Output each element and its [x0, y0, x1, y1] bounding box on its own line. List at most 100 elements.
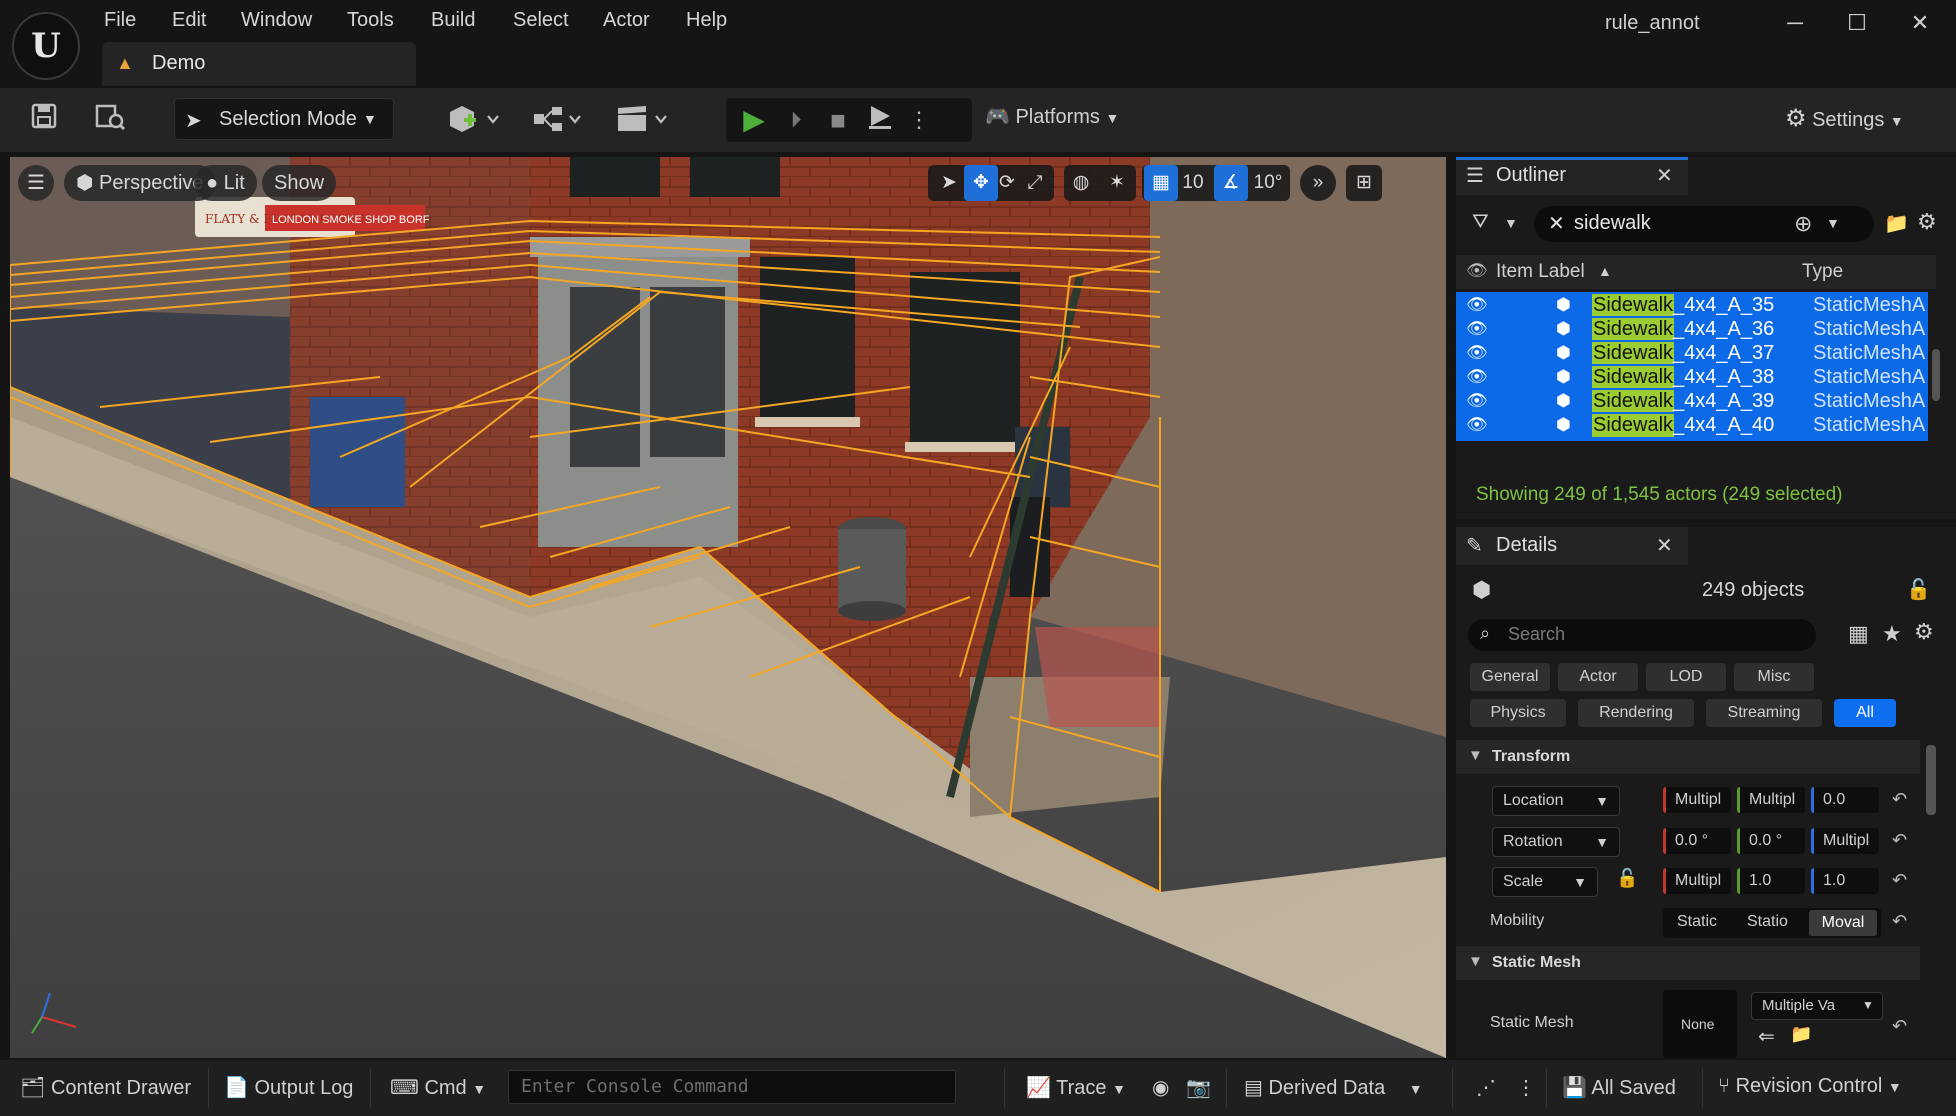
- output-log-button[interactable]: 📄 Output Log: [224, 1075, 353, 1100]
- rotation-snap-icon[interactable]: ∡: [1214, 165, 1248, 201]
- cmd-dropdown[interactable]: ⌨ Cmd ▼: [390, 1075, 486, 1100]
- trace-dropdown[interactable]: 📈 Trace ▼: [1026, 1075, 1126, 1100]
- location-dropdown[interactable]: Location ▼: [1492, 786, 1620, 816]
- outliner-row[interactable]: 👁 ⬢ Sidewalk _4x4_A_40 StaticMeshA: [1456, 412, 1928, 441]
- chevron-down-icon[interactable]: ▼: [1826, 215, 1840, 231]
- level-viewport[interactable]: FLATY & FLORAL DESIGN LONDON SMOKE SHOP …: [10, 157, 1446, 1058]
- show-button[interactable]: Show: [262, 165, 337, 201]
- menu-build[interactable]: Build: [431, 9, 475, 32]
- filter-actor[interactable]: Actor: [1558, 663, 1638, 691]
- location-x-field[interactable]: Multipl: [1663, 787, 1731, 813]
- scale-y-field[interactable]: 1.0: [1737, 868, 1805, 894]
- rotation-z-field[interactable]: Multipl: [1811, 828, 1879, 854]
- scale-x-field[interactable]: Multipl: [1663, 868, 1731, 894]
- close-icon[interactable]: ✕: [1656, 533, 1673, 558]
- reset-icon[interactable]: ↶: [1892, 870, 1907, 891]
- gear-icon[interactable]: ⚙: [1917, 209, 1937, 235]
- mobility-movable[interactable]: Moval: [1809, 910, 1877, 936]
- table-view-icon[interactable]: ▦: [1848, 621, 1869, 647]
- static-mesh-dropdown[interactable]: Multiple Va ▼: [1751, 992, 1883, 1020]
- filter-lod[interactable]: LOD: [1646, 663, 1726, 691]
- rotation-dropdown[interactable]: Rotation ▼: [1492, 827, 1620, 857]
- stop-icon[interactable]: ■: [820, 102, 856, 138]
- menu-select[interactable]: Select: [513, 9, 569, 32]
- location-y-field[interactable]: Multipl: [1737, 787, 1805, 813]
- rotation-x-field[interactable]: 0.0 °: [1663, 828, 1731, 854]
- filter-rendering[interactable]: Rendering: [1578, 699, 1694, 727]
- menu-window[interactable]: Window: [241, 9, 312, 32]
- menu-tools[interactable]: Tools: [347, 9, 394, 32]
- details-scrollbar[interactable]: [1926, 745, 1936, 815]
- screenshot-icon[interactable]: 📷: [1186, 1075, 1211, 1100]
- reset-icon[interactable]: ↶: [1892, 830, 1907, 851]
- selection-mode-dropdown[interactable]: ➤ Selection Mode ▼: [174, 98, 394, 140]
- visibility-eye-icon[interactable]: 👁: [1466, 261, 1488, 281]
- expand-icon[interactable]: »: [1301, 165, 1335, 201]
- record-icon[interactable]: ◉: [1152, 1075, 1169, 1100]
- reset-icon[interactable]: ↶: [1892, 789, 1907, 810]
- static-mesh-section-header[interactable]: ▼ Static Mesh: [1456, 946, 1920, 980]
- outliner-search-input[interactable]: ✕ sidewalk: [1534, 206, 1874, 242]
- browse-level-icon[interactable]: [90, 102, 130, 138]
- use-selected-icon[interactable]: ⇐: [1758, 1024, 1775, 1049]
- grid-snap-value[interactable]: 10: [1178, 165, 1208, 201]
- rotation-snap-value[interactable]: 10°: [1248, 165, 1288, 201]
- unreal-logo-icon[interactable]: U: [12, 12, 80, 80]
- visibility-eye-icon[interactable]: 👁: [1466, 391, 1488, 411]
- filter-all[interactable]: All: [1834, 699, 1896, 727]
- scale-tool-icon[interactable]: ⤢: [1018, 165, 1052, 201]
- type-column[interactable]: Type: [1802, 261, 1843, 283]
- close-icon[interactable]: ✕: [1656, 163, 1673, 188]
- surface-snap-icon[interactable]: ✶: [1100, 165, 1134, 201]
- visibility-eye-icon[interactable]: 👁: [1466, 319, 1488, 339]
- item-label-column[interactable]: Item Label: [1496, 261, 1585, 283]
- more-options-icon[interactable]: ⋮: [908, 102, 930, 138]
- console-command-input[interactable]: Enter Console Command: [508, 1070, 956, 1104]
- add-filter-icon[interactable]: ⊕: [1794, 211, 1812, 237]
- visibility-eye-icon[interactable]: 👁: [1466, 343, 1488, 363]
- visibility-eye-icon[interactable]: 👁: [1466, 295, 1488, 315]
- close-window-button[interactable]: ✕: [1900, 6, 1940, 40]
- reset-icon[interactable]: ↶: [1892, 911, 1907, 932]
- filter-misc[interactable]: Misc: [1734, 663, 1814, 691]
- gear-icon[interactable]: ⚙: [1914, 619, 1934, 645]
- select-tool-icon[interactable]: ➤: [932, 165, 966, 201]
- save-icon[interactable]: [26, 102, 62, 138]
- viewport-layout-icon[interactable]: ⊞: [1347, 165, 1381, 201]
- transform-section-header[interactable]: ▼ Transform: [1456, 740, 1920, 774]
- viewport-menu-button[interactable]: ☰: [18, 165, 54, 201]
- clear-search-icon[interactable]: ✕: [1548, 211, 1565, 236]
- outliner-scrollbar[interactable]: [1932, 349, 1940, 401]
- lit-button[interactable]: ● Lit: [194, 165, 257, 201]
- filter-general[interactable]: General: [1470, 663, 1550, 691]
- project-tab[interactable]: ▲ Demo: [102, 42, 416, 86]
- menu-actor[interactable]: Actor: [603, 9, 650, 32]
- chevron-down-icon[interactable]: ▼: [1504, 215, 1518, 231]
- outliner-tab[interactable]: ☰ Outliner ✕: [1456, 157, 1688, 195]
- maximize-button[interactable]: ☐: [1837, 6, 1877, 40]
- menu-file[interactable]: File: [104, 9, 136, 32]
- rotation-y-field[interactable]: 0.0 °: [1737, 828, 1805, 854]
- eject-icon[interactable]: [862, 102, 898, 138]
- blueprint-button[interactable]: [528, 102, 588, 138]
- perspective-button[interactable]: ⬢ Perspective: [64, 165, 216, 201]
- add-folder-icon[interactable]: 📁: [1884, 211, 1909, 236]
- lock-icon[interactable]: 🔓: [1616, 868, 1638, 889]
- content-drawer-button[interactable]: 🗂 Content Drawer: [20, 1075, 191, 1100]
- reset-icon[interactable]: ↶: [1892, 1016, 1907, 1037]
- filter-icon[interactable]: ⛛: [1472, 211, 1489, 234]
- more-options-icon[interactable]: ⋮: [1516, 1075, 1536, 1100]
- details-tab[interactable]: ✎ Details ✕: [1456, 527, 1688, 565]
- source-control-icon[interactable]: ⋰: [1476, 1075, 1496, 1100]
- filter-streaming[interactable]: Streaming: [1706, 699, 1822, 727]
- scale-dropdown[interactable]: Scale ▼: [1492, 867, 1598, 897]
- browse-asset-icon[interactable]: 📁: [1790, 1024, 1812, 1045]
- grid-snap-icon[interactable]: ▦: [1144, 165, 1178, 201]
- step-forward-icon[interactable]: ⏵: [778, 102, 814, 138]
- platforms-dropdown[interactable]: 🎮 Platforms ▼: [985, 104, 1119, 129]
- lock-icon[interactable]: 🔓: [1906, 577, 1931, 602]
- cinematics-button[interactable]: [612, 102, 672, 138]
- filter-physics[interactable]: Physics: [1470, 699, 1566, 727]
- menu-edit[interactable]: Edit: [172, 9, 206, 32]
- settings-dropdown[interactable]: ⚙ Settings ▼: [1785, 104, 1904, 133]
